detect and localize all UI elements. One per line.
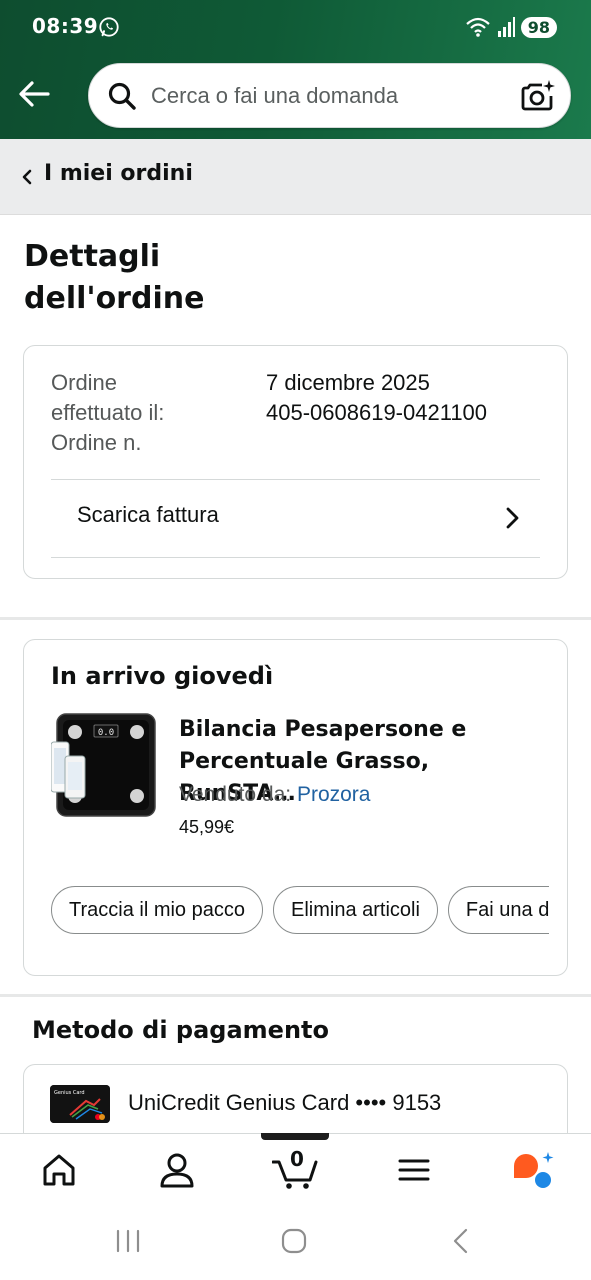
system-nav-bar: [0, 1210, 591, 1280]
chevron-left-icon: [22, 169, 32, 185]
product-thumbnail[interactable]: 0.0: [51, 712, 157, 822]
system-back-icon[interactable]: [448, 1228, 476, 1254]
payment-card-name[interactable]: UniCredit Genius Card •••• 9153: [128, 1090, 441, 1116]
download-invoice-label[interactable]: Scarica fattura: [77, 502, 219, 528]
shipment-card: In arrivo giovedì 0.0 Bilancia Pesaperso…: [23, 639, 568, 976]
recent-apps-icon[interactable]: [114, 1228, 142, 1254]
order-values: 7 dicembre 2025 405-0608619-0421100: [266, 368, 487, 428]
status-time: 08:39: [32, 14, 99, 38]
section-divider: [0, 617, 591, 620]
shipment-actions[interactable]: Traccia il mio pacco Elimina articoli Fai …: [51, 886, 549, 936]
page-title: Dettagli dell'ordine: [24, 236, 324, 320]
account-icon[interactable]: [157, 1150, 197, 1190]
credit-card-image: Genius Card: [50, 1085, 110, 1123]
seller-info: Venduto da: Prozora: [179, 783, 370, 807]
order-labels: Ordine effettuato il: Ordine n.: [51, 368, 241, 458]
search-icon: [108, 82, 136, 110]
delete-items-button[interactable]: Elimina articoli: [272, 886, 438, 934]
active-tab-indicator: [261, 1133, 329, 1140]
payment-heading: Metodo di pagamento: [32, 1016, 329, 1044]
app-header: 08:39 98: [0, 0, 591, 139]
search-bar[interactable]: [88, 63, 571, 128]
track-package-button[interactable]: Traccia il mio pacco: [51, 886, 263, 934]
order-date-label-2: effettuato il:: [51, 400, 165, 425]
home-icon[interactable]: [39, 1150, 79, 1190]
sold-by-label: Venduto da:: [179, 783, 292, 806]
bottom-nav: 0: [0, 1133, 591, 1210]
order-number-label: Ordine n.: [51, 430, 142, 455]
status-bar: 08:39 98: [32, 14, 557, 42]
home-circle-icon[interactable]: [280, 1228, 308, 1254]
back-arrow-icon[interactable]: [16, 76, 52, 112]
cart-count: 0: [290, 1147, 304, 1171]
breadcrumb-label[interactable]: I miei ordini: [44, 161, 193, 186]
page-title-line1: Dettagli: [24, 239, 161, 274]
camera-sparkle-icon[interactable]: [520, 78, 556, 114]
signal-icon: [497, 17, 515, 37]
ask-question-button[interactable]: Fai una domanda sul prodotto: [447, 886, 549, 934]
chevron-right-icon: [506, 507, 519, 529]
order-number-value: 405-0608619-0421100: [266, 400, 488, 425]
shipment-heading: In arrivo giovedì: [51, 662, 274, 690]
search-input[interactable]: [151, 76, 501, 116]
menu-icon[interactable]: [394, 1150, 434, 1190]
whatsapp-icon: [99, 17, 119, 37]
product-price: 45,99€: [179, 817, 235, 837]
rufus-icon[interactable]: [510, 1150, 554, 1190]
breadcrumb[interactable]: I miei ordini: [0, 139, 591, 215]
status-right: 98: [465, 14, 557, 40]
battery-indicator: 98: [520, 16, 557, 38]
section-divider: [0, 994, 591, 997]
order-date-label-1: Ordine: [51, 370, 118, 395]
page-title-line2: dell'ordine: [24, 281, 205, 316]
product-title-line1[interactable]: Bilancia Pesapersone e: [179, 714, 549, 746]
card-art-label: Genius Card: [54, 1090, 85, 1096]
order-info-card: Ordine effettuato il: Ordine n. 7 dicemb…: [23, 345, 568, 579]
download-invoice-row[interactable]: Scarica fattura: [51, 479, 540, 558]
thumbnail-display: 0.0: [98, 728, 114, 738]
seller-link[interactable]: Prozora: [297, 783, 371, 806]
order-date-value: 7 dicembre 2025: [266, 370, 430, 395]
wifi-icon: [465, 17, 490, 37]
